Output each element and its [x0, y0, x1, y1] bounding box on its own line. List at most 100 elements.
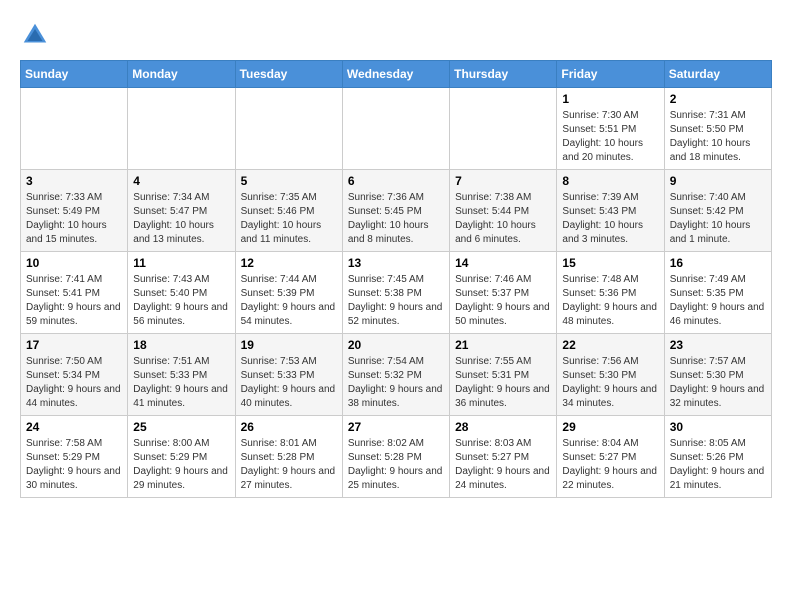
day-info: Sunrise: 7:51 AMSunset: 5:33 PMDaylight:…: [133, 355, 229, 411]
day-number: 12: [241, 256, 337, 270]
weekday-header-thursday: Thursday: [450, 61, 557, 88]
day-info: Sunrise: 7:50 AMSunset: 5:34 PMDaylight:…: [26, 355, 122, 411]
calendar-day: 28 Sunrise: 8:03 AMSunset: 5:27 PMDaylig…: [450, 416, 557, 498]
day-number: 17: [26, 338, 122, 352]
calendar-week-4: 24 Sunrise: 7:58 AMSunset: 5:29 PMDaylig…: [21, 416, 772, 498]
page-header: [20, 20, 772, 50]
calendar-day: 19 Sunrise: 7:53 AMSunset: 5:33 PMDaylig…: [235, 334, 342, 416]
day-number: 22: [562, 338, 658, 352]
day-number: 4: [133, 174, 229, 188]
day-number: 9: [670, 174, 766, 188]
calendar-day: 26 Sunrise: 8:01 AMSunset: 5:28 PMDaylig…: [235, 416, 342, 498]
calendar-day: 25 Sunrise: 8:00 AMSunset: 5:29 PMDaylig…: [128, 416, 235, 498]
calendar-day: 5 Sunrise: 7:35 AMSunset: 5:46 PMDayligh…: [235, 170, 342, 252]
day-info: Sunrise: 8:02 AMSunset: 5:28 PMDaylight:…: [348, 437, 444, 493]
calendar-day: [235, 88, 342, 170]
day-number: 19: [241, 338, 337, 352]
calendar-body: 1 Sunrise: 7:30 AMSunset: 5:51 PMDayligh…: [21, 88, 772, 498]
day-info: Sunrise: 7:55 AMSunset: 5:31 PMDaylight:…: [455, 355, 551, 411]
calendar-day: [128, 88, 235, 170]
day-info: Sunrise: 7:31 AMSunset: 5:50 PMDaylight:…: [670, 109, 766, 165]
weekday-header-wednesday: Wednesday: [342, 61, 449, 88]
calendar-day: 11 Sunrise: 7:43 AMSunset: 5:40 PMDaylig…: [128, 252, 235, 334]
calendar-day: 14 Sunrise: 7:46 AMSunset: 5:37 PMDaylig…: [450, 252, 557, 334]
calendar-day: 23 Sunrise: 7:57 AMSunset: 5:30 PMDaylig…: [664, 334, 771, 416]
day-number: 27: [348, 420, 444, 434]
calendar-day: [342, 88, 449, 170]
day-info: Sunrise: 7:43 AMSunset: 5:40 PMDaylight:…: [133, 273, 229, 329]
day-number: 10: [26, 256, 122, 270]
day-number: 21: [455, 338, 551, 352]
day-info: Sunrise: 8:03 AMSunset: 5:27 PMDaylight:…: [455, 437, 551, 493]
calendar-week-0: 1 Sunrise: 7:30 AMSunset: 5:51 PMDayligh…: [21, 88, 772, 170]
calendar-day: 13 Sunrise: 7:45 AMSunset: 5:38 PMDaylig…: [342, 252, 449, 334]
calendar-day: 15 Sunrise: 7:48 AMSunset: 5:36 PMDaylig…: [557, 252, 664, 334]
day-info: Sunrise: 7:44 AMSunset: 5:39 PMDaylight:…: [241, 273, 337, 329]
calendar-day: 12 Sunrise: 7:44 AMSunset: 5:39 PMDaylig…: [235, 252, 342, 334]
day-info: Sunrise: 7:41 AMSunset: 5:41 PMDaylight:…: [26, 273, 122, 329]
calendar-header: SundayMondayTuesdayWednesdayThursdayFrid…: [21, 61, 772, 88]
day-info: Sunrise: 7:39 AMSunset: 5:43 PMDaylight:…: [562, 191, 658, 247]
weekday-header-friday: Friday: [557, 61, 664, 88]
day-number: 16: [670, 256, 766, 270]
day-info: Sunrise: 7:30 AMSunset: 5:51 PMDaylight:…: [562, 109, 658, 165]
day-info: Sunrise: 7:58 AMSunset: 5:29 PMDaylight:…: [26, 437, 122, 493]
calendar-day: 18 Sunrise: 7:51 AMSunset: 5:33 PMDaylig…: [128, 334, 235, 416]
day-number: 7: [455, 174, 551, 188]
calendar-day: 22 Sunrise: 7:56 AMSunset: 5:30 PMDaylig…: [557, 334, 664, 416]
calendar-day: 29 Sunrise: 8:04 AMSunset: 5:27 PMDaylig…: [557, 416, 664, 498]
day-info: Sunrise: 7:56 AMSunset: 5:30 PMDaylight:…: [562, 355, 658, 411]
day-number: 5: [241, 174, 337, 188]
day-info: Sunrise: 8:05 AMSunset: 5:26 PMDaylight:…: [670, 437, 766, 493]
day-info: Sunrise: 7:48 AMSunset: 5:36 PMDaylight:…: [562, 273, 658, 329]
day-info: Sunrise: 8:00 AMSunset: 5:29 PMDaylight:…: [133, 437, 229, 493]
calendar-week-2: 10 Sunrise: 7:41 AMSunset: 5:41 PMDaylig…: [21, 252, 772, 334]
weekday-header-row: SundayMondayTuesdayWednesdayThursdayFrid…: [21, 61, 772, 88]
day-number: 11: [133, 256, 229, 270]
calendar-day: 21 Sunrise: 7:55 AMSunset: 5:31 PMDaylig…: [450, 334, 557, 416]
day-number: 20: [348, 338, 444, 352]
day-number: 2: [670, 92, 766, 106]
day-number: 6: [348, 174, 444, 188]
calendar-day: 20 Sunrise: 7:54 AMSunset: 5:32 PMDaylig…: [342, 334, 449, 416]
day-number: 29: [562, 420, 658, 434]
day-number: 26: [241, 420, 337, 434]
calendar-day: [450, 88, 557, 170]
day-info: Sunrise: 7:54 AMSunset: 5:32 PMDaylight:…: [348, 355, 444, 411]
day-number: 28: [455, 420, 551, 434]
calendar-table: SundayMondayTuesdayWednesdayThursdayFrid…: [20, 60, 772, 498]
logo: [20, 20, 54, 50]
day-info: Sunrise: 7:49 AMSunset: 5:35 PMDaylight:…: [670, 273, 766, 329]
day-number: 25: [133, 420, 229, 434]
weekday-header-saturday: Saturday: [664, 61, 771, 88]
day-info: Sunrise: 7:40 AMSunset: 5:42 PMDaylight:…: [670, 191, 766, 247]
calendar-day: 10 Sunrise: 7:41 AMSunset: 5:41 PMDaylig…: [21, 252, 128, 334]
calendar-day: 9 Sunrise: 7:40 AMSunset: 5:42 PMDayligh…: [664, 170, 771, 252]
calendar-day: 2 Sunrise: 7:31 AMSunset: 5:50 PMDayligh…: [664, 88, 771, 170]
day-info: Sunrise: 7:57 AMSunset: 5:30 PMDaylight:…: [670, 355, 766, 411]
day-info: Sunrise: 7:53 AMSunset: 5:33 PMDaylight:…: [241, 355, 337, 411]
day-number: 14: [455, 256, 551, 270]
calendar-day: 17 Sunrise: 7:50 AMSunset: 5:34 PMDaylig…: [21, 334, 128, 416]
day-number: 13: [348, 256, 444, 270]
calendar-day: 6 Sunrise: 7:36 AMSunset: 5:45 PMDayligh…: [342, 170, 449, 252]
day-info: Sunrise: 8:01 AMSunset: 5:28 PMDaylight:…: [241, 437, 337, 493]
day-number: 8: [562, 174, 658, 188]
day-info: Sunrise: 7:34 AMSunset: 5:47 PMDaylight:…: [133, 191, 229, 247]
day-number: 24: [26, 420, 122, 434]
day-info: Sunrise: 8:04 AMSunset: 5:27 PMDaylight:…: [562, 437, 658, 493]
day-info: Sunrise: 7:45 AMSunset: 5:38 PMDaylight:…: [348, 273, 444, 329]
calendar-day: 8 Sunrise: 7:39 AMSunset: 5:43 PMDayligh…: [557, 170, 664, 252]
day-info: Sunrise: 7:35 AMSunset: 5:46 PMDaylight:…: [241, 191, 337, 247]
day-info: Sunrise: 7:36 AMSunset: 5:45 PMDaylight:…: [348, 191, 444, 247]
day-number: 3: [26, 174, 122, 188]
weekday-header-monday: Monday: [128, 61, 235, 88]
calendar-day: 30 Sunrise: 8:05 AMSunset: 5:26 PMDaylig…: [664, 416, 771, 498]
day-number: 18: [133, 338, 229, 352]
day-number: 30: [670, 420, 766, 434]
calendar-day: 4 Sunrise: 7:34 AMSunset: 5:47 PMDayligh…: [128, 170, 235, 252]
day-number: 15: [562, 256, 658, 270]
calendar-day: 27 Sunrise: 8:02 AMSunset: 5:28 PMDaylig…: [342, 416, 449, 498]
calendar-day: 1 Sunrise: 7:30 AMSunset: 5:51 PMDayligh…: [557, 88, 664, 170]
day-number: 1: [562, 92, 658, 106]
